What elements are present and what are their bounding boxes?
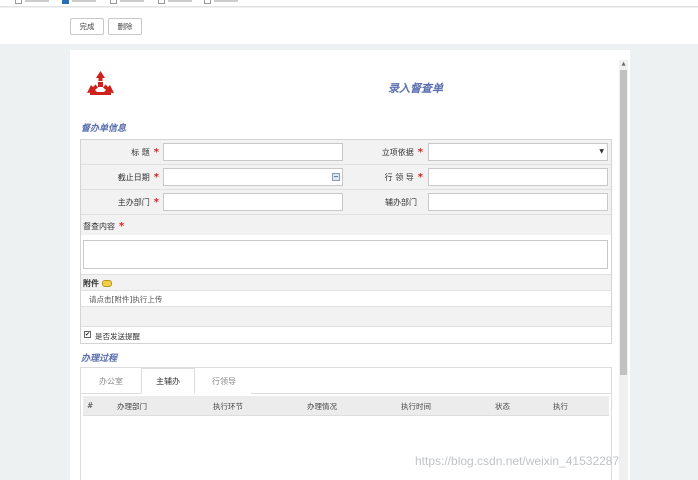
column-index: # xyxy=(87,401,94,410)
title-label: 标 题 * xyxy=(91,147,159,158)
required-mark: * xyxy=(417,172,423,183)
tab-office[interactable]: 办公室 xyxy=(81,368,141,394)
required-mark: * xyxy=(417,147,423,158)
filter-label-1 xyxy=(25,0,49,2)
column-step: 执行环节 xyxy=(213,402,243,411)
scroll-up-arrow-icon[interactable]: ▲ xyxy=(619,60,628,69)
filter-checkbox-4[interactable] xyxy=(158,0,165,4)
form-row-spacer xyxy=(81,307,611,327)
column-status-detail: 办理情况 xyxy=(307,402,337,411)
toolbar: 完成 删除 xyxy=(0,8,698,44)
filter-checkbox-5[interactable] xyxy=(204,0,211,4)
basis-label: 立项依据 * xyxy=(351,147,423,158)
filter-label-4 xyxy=(168,0,192,2)
assist-dept-input[interactable] xyxy=(428,193,608,211)
filter-checkbox-1[interactable] xyxy=(15,0,22,4)
filter-label-2 xyxy=(72,0,96,2)
content-label-text: 督查内容 xyxy=(83,222,115,231)
tab-leader[interactable]: 行领导 xyxy=(197,368,251,394)
tab-divider xyxy=(251,393,611,394)
send-reminder-checkbox[interactable]: ✔ xyxy=(84,331,91,338)
form-row-content: 督查内容 * xyxy=(81,215,611,275)
main-dept-input[interactable] xyxy=(163,193,343,211)
folder-icon[interactable] xyxy=(101,280,112,287)
watermark: https://blog.csdn.net/weixin_41532287 xyxy=(415,454,620,468)
basis-label-text: 立项依据 xyxy=(381,148,414,157)
form-panel: 录入督查单 督办单信息 标 题 * 立项依据 * ▼ 截止日期 * 行 领 导 … xyxy=(70,50,630,480)
filter-checkbox-3[interactable] xyxy=(110,0,117,4)
filter-label-5 xyxy=(214,0,238,2)
required-mark: * xyxy=(153,197,159,208)
top-filter-strip xyxy=(0,0,698,7)
deadline-label-text: 截止日期 xyxy=(117,173,150,182)
required-mark: * xyxy=(153,172,159,183)
form-row-title: 标 题 * 立项依据 * ▼ xyxy=(81,140,611,165)
assist-dept-label: 辅办部门 xyxy=(385,198,417,207)
info-form-grid: 标 题 * 立项依据 * ▼ 截止日期 * 行 领 导 * 主办部门 * 辅办部… xyxy=(80,139,612,344)
required-mark: * xyxy=(119,221,125,232)
filter-checkbox-2[interactable] xyxy=(62,0,69,4)
deadline-input[interactable] xyxy=(163,168,343,186)
form-title: 录入督查单 xyxy=(388,82,443,95)
required-mark: * xyxy=(153,147,159,158)
delete-button[interactable]: 删除 xyxy=(108,18,142,35)
attachment-hint: 请点击[附件]执行上传 xyxy=(89,295,163,304)
attachment-label-text[interactable]: 附件 xyxy=(83,279,99,288)
column-dept: 办理部门 xyxy=(117,402,147,411)
bank-logo xyxy=(87,71,114,95)
filter-label-3 xyxy=(120,0,144,2)
content-textarea[interactable] xyxy=(83,240,608,269)
leader-label: 行 领 导 * xyxy=(351,172,423,183)
content-label: 督查内容 * xyxy=(83,221,124,232)
form-row-deadline: 截止日期 * 行 领 导 * xyxy=(81,165,611,190)
leader-input[interactable] xyxy=(428,168,608,186)
column-action: 执行 xyxy=(553,402,568,411)
column-state: 状态 xyxy=(495,402,510,411)
form-row-dept: 主办部门 * 辅办部门 xyxy=(81,190,611,215)
leader-label-text: 行 领 导 xyxy=(384,173,414,182)
title-label-text: 标 题 xyxy=(131,148,150,157)
deadline-label: 截止日期 * xyxy=(91,172,159,183)
tab-divider-left xyxy=(81,393,141,394)
process-table-header: # 办理部门 执行环节 办理情况 执行时间 状态 执行 xyxy=(83,396,609,416)
column-time: 执行时间 xyxy=(401,402,431,411)
calendar-icon[interactable] xyxy=(332,173,340,181)
attachment-label[interactable]: 附件 xyxy=(83,278,112,289)
section-title-info: 督办单信息 xyxy=(81,124,127,134)
form-row-attachment: 附件 xyxy=(81,275,611,291)
main-dept-label-text: 主办部门 xyxy=(117,198,150,207)
basis-select[interactable]: ▼ xyxy=(428,143,608,161)
scrollbar-thumb[interactable] xyxy=(620,70,627,375)
main-dept-label: 主办部门 * xyxy=(91,197,159,208)
tab-main-assist[interactable]: 主辅办 xyxy=(141,368,195,394)
form-row-attachment-hint: 请点击[附件]执行上传 xyxy=(81,291,611,307)
content-label-bar xyxy=(81,215,611,235)
done-button[interactable]: 完成 xyxy=(70,18,104,35)
chevron-down-icon: ▼ xyxy=(599,148,604,155)
send-reminder-label: 是否发送提醒 xyxy=(95,332,140,341)
title-input[interactable] xyxy=(163,143,343,161)
form-row-reminder: ✔ 是否发送提醒 xyxy=(81,327,611,343)
section-title-process: 办理过程 xyxy=(81,354,118,364)
